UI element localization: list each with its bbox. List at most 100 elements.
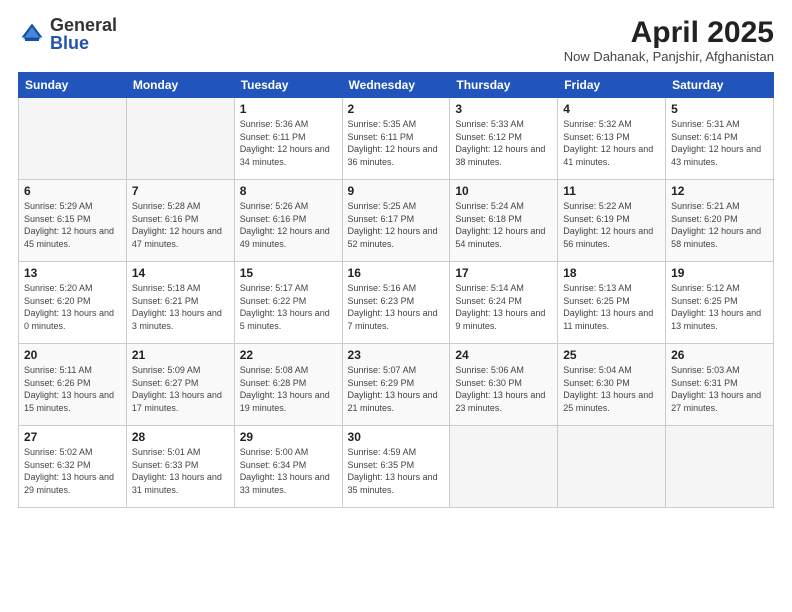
table-row: 6 Sunrise: 5:29 AM Sunset: 6:15 PM Daylig… xyxy=(19,180,127,262)
calendar-table: Sunday Monday Tuesday Wednesday Thursday… xyxy=(18,72,774,508)
col-tuesday: Tuesday xyxy=(234,73,342,98)
day-info: Sunrise: 5:33 AM Sunset: 6:12 PM Dayligh… xyxy=(455,118,552,168)
day-info: Sunrise: 5:09 AM Sunset: 6:27 PM Dayligh… xyxy=(132,364,229,414)
table-row xyxy=(450,426,558,508)
day-info: Sunrise: 4:59 AM Sunset: 6:35 PM Dayligh… xyxy=(348,446,445,496)
table-row: 14 Sunrise: 5:18 AM Sunset: 6:21 PM Dayli… xyxy=(126,262,234,344)
day-number: 12 xyxy=(671,184,768,198)
table-row: 18Sunrise: 5:13 AM Sunset: 6:25 PM Dayli… xyxy=(558,262,666,344)
col-wednesday: Wednesday xyxy=(342,73,450,98)
day-number: 22 xyxy=(240,348,337,362)
table-row: 3 Sunrise: 5:33 AM Sunset: 6:12 PM Daylig… xyxy=(450,98,558,180)
day-number: 30 xyxy=(348,430,445,444)
table-row: 7 Sunrise: 5:28 AM Sunset: 6:16 PM Daylig… xyxy=(126,180,234,262)
table-row: 24 Sunrise: 5:06 AM Sunset: 6:30 PM Dayli… xyxy=(450,344,558,426)
day-info: Sunrise: 5:21 AM Sunset: 6:20 PM Dayligh… xyxy=(671,200,768,250)
calendar-week-row: 20 Sunrise: 5:11 AM Sunset: 6:26 PM Dayli… xyxy=(19,344,774,426)
day-number: 10 xyxy=(455,184,552,198)
day-number: 2 xyxy=(348,102,445,116)
table-row: 15 Sunrise: 5:17 AM Sunset: 6:22 PM Dayli… xyxy=(234,262,342,344)
col-friday: Friday xyxy=(558,73,666,98)
day-number: 7 xyxy=(132,184,229,198)
day-number: 6 xyxy=(24,184,121,198)
day-info: Sunrise: 5:20 AM Sunset: 6:20 PM Dayligh… xyxy=(24,282,121,332)
day-info: Sunrise: 5:00 AM Sunset: 6:34 PM Dayligh… xyxy=(240,446,337,496)
calendar-week-row: 13 Sunrise: 5:20 AM Sunset: 6:20 PM Dayli… xyxy=(19,262,774,344)
day-number: 9 xyxy=(348,184,445,198)
table-row xyxy=(558,426,666,508)
day-number: 14 xyxy=(132,266,229,280)
day-number: 5 xyxy=(671,102,768,116)
table-row: 23Sunrise: 5:07 AM Sunset: 6:29 PM Dayli… xyxy=(342,344,450,426)
day-number: 23 xyxy=(348,348,445,362)
table-row xyxy=(19,98,127,180)
day-number: 25 xyxy=(563,348,660,362)
day-number: 13 xyxy=(24,266,121,280)
table-row: 11 Sunrise: 5:22 AM Sunset: 6:19 PM Dayli… xyxy=(558,180,666,262)
day-info: Sunrise: 5:28 AM Sunset: 6:16 PM Dayligh… xyxy=(132,200,229,250)
day-number: 1 xyxy=(240,102,337,116)
table-row: 1 Sunrise: 5:36 AM Sunset: 6:11 PM Daylig… xyxy=(234,98,342,180)
day-info: Sunrise: 5:18 AM Sunset: 6:21 PM Dayligh… xyxy=(132,282,229,332)
table-row: 12 Sunrise: 5:21 AM Sunset: 6:20 PM Dayli… xyxy=(666,180,774,262)
day-info: Sunrise: 5:12 AM Sunset: 6:25 PM Dayligh… xyxy=(671,282,768,332)
header: General Blue April 2025 Now Dahanak, Pan… xyxy=(18,16,774,64)
day-info: Sunrise: 5:22 AM Sunset: 6:19 PM Dayligh… xyxy=(563,200,660,250)
table-row: 21 Sunrise: 5:09 AM Sunset: 6:27 PM Dayli… xyxy=(126,344,234,426)
calendar-week-row: 6 Sunrise: 5:29 AM Sunset: 6:15 PM Daylig… xyxy=(19,180,774,262)
table-row: 10Sunrise: 5:24 AM Sunset: 6:18 PM Dayli… xyxy=(450,180,558,262)
day-info: Sunrise: 5:36 AM Sunset: 6:11 PM Dayligh… xyxy=(240,118,337,168)
logo-icon xyxy=(18,20,46,48)
day-number: 8 xyxy=(240,184,337,198)
table-row: 19 Sunrise: 5:12 AM Sunset: 6:25 PM Dayli… xyxy=(666,262,774,344)
table-row: 27Sunrise: 5:02 AM Sunset: 6:32 PM Dayli… xyxy=(19,426,127,508)
day-info: Sunrise: 5:06 AM Sunset: 6:30 PM Dayligh… xyxy=(455,364,552,414)
col-thursday: Thursday xyxy=(450,73,558,98)
table-row: 26Sunrise: 5:03 AM Sunset: 6:31 PM Dayli… xyxy=(666,344,774,426)
table-row: 25Sunrise: 5:04 AM Sunset: 6:30 PM Dayli… xyxy=(558,344,666,426)
day-number: 20 xyxy=(24,348,121,362)
day-number: 15 xyxy=(240,266,337,280)
table-row: 5Sunrise: 5:31 AM Sunset: 6:14 PM Daylig… xyxy=(666,98,774,180)
calendar-week-row: 27Sunrise: 5:02 AM Sunset: 6:32 PM Dayli… xyxy=(19,426,774,508)
day-info: Sunrise: 5:08 AM Sunset: 6:28 PM Dayligh… xyxy=(240,364,337,414)
location: Now Dahanak, Panjshir, Afghanistan xyxy=(564,49,774,64)
col-monday: Monday xyxy=(126,73,234,98)
day-info: Sunrise: 5:03 AM Sunset: 6:31 PM Dayligh… xyxy=(671,364,768,414)
day-info: Sunrise: 5:25 AM Sunset: 6:17 PM Dayligh… xyxy=(348,200,445,250)
day-info: Sunrise: 5:11 AM Sunset: 6:26 PM Dayligh… xyxy=(24,364,121,414)
col-sunday: Sunday xyxy=(19,73,127,98)
day-info: Sunrise: 5:16 AM Sunset: 6:23 PM Dayligh… xyxy=(348,282,445,332)
month-title: April 2025 xyxy=(564,16,774,49)
day-info: Sunrise: 5:26 AM Sunset: 6:16 PM Dayligh… xyxy=(240,200,337,250)
day-info: Sunrise: 5:29 AM Sunset: 6:15 PM Dayligh… xyxy=(24,200,121,250)
logo-blue-text: Blue xyxy=(50,33,89,53)
table-row: 13 Sunrise: 5:20 AM Sunset: 6:20 PM Dayli… xyxy=(19,262,127,344)
calendar-page: General Blue April 2025 Now Dahanak, Pan… xyxy=(0,0,792,612)
table-row: 22 Sunrise: 5:08 AM Sunset: 6:28 PM Dayli… xyxy=(234,344,342,426)
day-number: 19 xyxy=(671,266,768,280)
day-number: 21 xyxy=(132,348,229,362)
table-row: 17Sunrise: 5:14 AM Sunset: 6:24 PM Dayli… xyxy=(450,262,558,344)
day-info: Sunrise: 5:14 AM Sunset: 6:24 PM Dayligh… xyxy=(455,282,552,332)
day-number: 11 xyxy=(563,184,660,198)
day-number: 29 xyxy=(240,430,337,444)
table-row: 9 Sunrise: 5:25 AM Sunset: 6:17 PM Daylig… xyxy=(342,180,450,262)
day-number: 28 xyxy=(132,430,229,444)
day-number: 18 xyxy=(563,266,660,280)
table-row: 29 Sunrise: 5:00 AM Sunset: 6:34 PM Dayli… xyxy=(234,426,342,508)
day-number: 4 xyxy=(563,102,660,116)
day-number: 27 xyxy=(24,430,121,444)
day-number: 16 xyxy=(348,266,445,280)
col-saturday: Saturday xyxy=(666,73,774,98)
day-info: Sunrise: 5:17 AM Sunset: 6:22 PM Dayligh… xyxy=(240,282,337,332)
logo: General Blue xyxy=(18,16,117,52)
day-number: 24 xyxy=(455,348,552,362)
table-row: 8 Sunrise: 5:26 AM Sunset: 6:16 PM Daylig… xyxy=(234,180,342,262)
table-row: 2 Sunrise: 5:35 AM Sunset: 6:11 PM Daylig… xyxy=(342,98,450,180)
day-number: 3 xyxy=(455,102,552,116)
table-row: 16 Sunrise: 5:16 AM Sunset: 6:23 PM Dayli… xyxy=(342,262,450,344)
day-info: Sunrise: 5:35 AM Sunset: 6:11 PM Dayligh… xyxy=(348,118,445,168)
table-row xyxy=(666,426,774,508)
table-row xyxy=(126,98,234,180)
